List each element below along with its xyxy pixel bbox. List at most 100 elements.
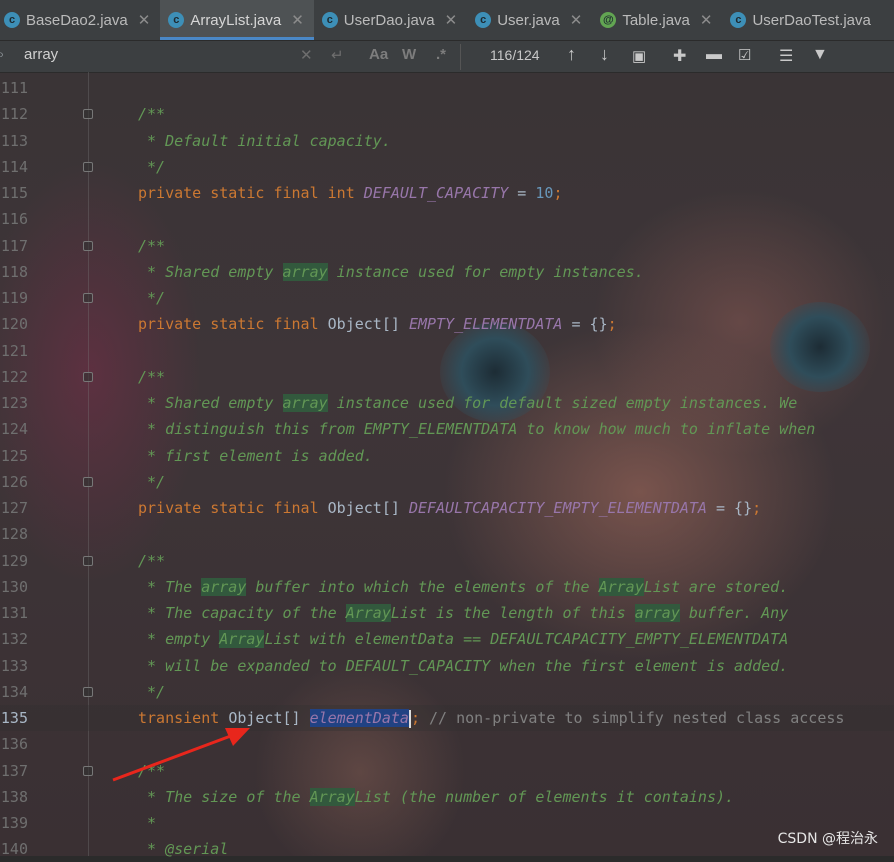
line-number[interactable]: 132	[0, 626, 28, 652]
line-number[interactable]: 137	[0, 758, 28, 784]
code-line[interactable]: 121	[0, 338, 894, 364]
close-icon[interactable]: ✕	[700, 11, 713, 29]
code-line[interactable]: 132 * empty ArrayList with elementData =…	[0, 626, 894, 652]
code-line[interactable]: 120 private static final Object[] EMPTY_E…	[0, 311, 894, 337]
tab-table[interactable]: @ Table.java ✕	[592, 0, 722, 40]
line-number[interactable]: 123	[0, 390, 28, 416]
line-number[interactable]: 114	[0, 154, 28, 180]
tab-arraylist[interactable]: c ArrayList.java ✕	[160, 0, 315, 40]
line-number[interactable]: 113	[0, 128, 28, 154]
line-number[interactable]: 115	[0, 180, 28, 206]
code-line[interactable]: 117 /**	[0, 233, 894, 259]
line-number[interactable]: 126	[0, 469, 28, 495]
code-line[interactable]: 140 * @serial	[0, 836, 894, 862]
close-icon[interactable]: ✕	[138, 11, 151, 29]
line-number[interactable]: 117	[0, 233, 28, 259]
code-line[interactable]: 137 /**	[0, 758, 894, 784]
line-number[interactable]: 138	[0, 784, 28, 810]
fold-marker-icon[interactable]	[83, 476, 93, 487]
code-line[interactable]: 129 /**	[0, 548, 894, 574]
code-line[interactable]: 111	[0, 75, 894, 101]
line-number[interactable]: 139	[0, 810, 28, 836]
words-toggle[interactable]: W	[402, 46, 416, 63]
next-occurrence-icon[interactable]: ↓	[600, 44, 609, 65]
add-occurrence-icon[interactable]: ✚	[673, 46, 686, 66]
code-line[interactable]: 119 */	[0, 285, 894, 311]
close-icon[interactable]: ✕	[291, 11, 304, 29]
select-all-occurrences-icon[interactable]: ▣	[632, 47, 646, 65]
tab-userdao[interactable]: c UserDao.java ✕	[314, 0, 467, 40]
fold-marker-icon[interactable]	[83, 109, 93, 120]
line-number[interactable]: 135	[0, 705, 28, 731]
code-token: ;	[752, 499, 762, 517]
line-number[interactable]: 119	[0, 285, 28, 311]
previous-occurrence-icon[interactable]: ↑	[567, 44, 576, 65]
remove-occurrence-icon[interactable]: ▬	[706, 46, 722, 64]
filter-options-icon[interactable]: ☰	[779, 46, 793, 66]
code-line[interactable]: 136	[0, 731, 894, 757]
tab-basedao2[interactable]: c BaseDao2.java ✕	[0, 0, 160, 40]
fold-marker-icon[interactable]	[83, 371, 93, 382]
tab-user[interactable]: c User.java ✕	[467, 0, 592, 40]
select-all-checkbox-icon[interactable]: ☑	[738, 46, 751, 64]
code-token: transient	[138, 709, 229, 727]
regex-toggle[interactable]: .*	[436, 46, 446, 63]
fold-marker-icon[interactable]	[83, 555, 93, 566]
line-number[interactable]: 134	[0, 679, 28, 705]
clear-search-icon[interactable]: ✕	[300, 46, 313, 64]
code-line[interactable]: 123 * Shared empty array instance used f…	[0, 390, 894, 416]
code-line[interactable]: 127 private static final Object[] DEFAULT…	[0, 495, 894, 521]
fold-marker-icon[interactable]	[83, 765, 93, 776]
new-line-icon[interactable]: ↵	[331, 46, 344, 64]
tab-userdaotest[interactable]: c UserDaoTest.java	[722, 0, 880, 40]
code-line[interactable]: 128	[0, 521, 894, 547]
code-line[interactable]: 112 /**	[0, 101, 894, 127]
code-line[interactable]: 131 * The capacity of the ArrayList is t…	[0, 600, 894, 626]
search-icon[interactable]: ⌕	[0, 46, 4, 63]
fold-marker-icon[interactable]	[83, 240, 93, 251]
line-number[interactable]: 125	[0, 443, 28, 469]
code-editor[interactable]: 111 112 /** 113 * Default initial capacity.…	[0, 72, 894, 858]
line-number[interactable]: 120	[0, 311, 28, 337]
code-line[interactable]: 134 */	[0, 679, 894, 705]
code-line[interactable]: 124 * distinguish this from EMPTY_ELEMEN…	[0, 416, 894, 442]
line-number[interactable]: 128	[0, 521, 28, 547]
line-number[interactable]: 129	[0, 548, 28, 574]
code-line[interactable]: 135 transient Object[] elementData; // no…	[0, 705, 894, 731]
filter-icon[interactable]: ▼	[812, 46, 828, 64]
code-line[interactable]: 139 *	[0, 810, 894, 836]
match-case-toggle[interactable]: Aa	[369, 46, 388, 63]
fold-marker-icon[interactable]	[83, 161, 93, 172]
code-line[interactable]: 118 * Shared empty array instance used f…	[0, 259, 894, 285]
code-line[interactable]: 122 /**	[0, 364, 894, 390]
line-number[interactable]: 118	[0, 259, 28, 285]
close-icon[interactable]: ✕	[445, 11, 458, 29]
line-number[interactable]: 116	[0, 206, 28, 232]
line-number[interactable]: 122	[0, 364, 28, 390]
code-token: List is the length of this	[390, 604, 635, 622]
line-number[interactable]: 112	[0, 101, 28, 127]
code-line[interactable]: 113 * Default initial capacity.	[0, 128, 894, 154]
search-input[interactable]: array	[24, 46, 58, 63]
line-number[interactable]: 124	[0, 416, 28, 442]
line-number[interactable]: 127	[0, 495, 28, 521]
fold-marker-icon[interactable]	[83, 686, 93, 697]
code-line[interactable]: 125 * first element is added.	[0, 443, 894, 469]
fold-marker-icon[interactable]	[83, 293, 93, 303]
line-number[interactable]: 136	[0, 731, 28, 757]
line-number[interactable]: 133	[0, 653, 28, 679]
line-number[interactable]: 131	[0, 600, 28, 626]
code-text: * will be expanded to DEFAULT_CAPACITY w…	[138, 653, 788, 679]
close-icon[interactable]: ✕	[570, 11, 583, 29]
line-number[interactable]: 121	[0, 338, 28, 364]
code-line[interactable]: 126 */	[0, 469, 894, 495]
code-line[interactable]: 116	[0, 206, 894, 232]
code-line[interactable]: 133 * will be expanded to DEFAULT_CAPACI…	[0, 653, 894, 679]
code-line[interactable]: 138 * The size of the ArrayList (the num…	[0, 784, 894, 810]
line-number[interactable]: 111	[0, 75, 28, 101]
code-line[interactable]: 114 */	[0, 154, 894, 180]
line-number[interactable]: 140	[0, 836, 28, 862]
line-number[interactable]: 130	[0, 574, 28, 600]
code-line[interactable]: 115 private static final int DEFAULT_CAPA…	[0, 180, 894, 206]
code-line[interactable]: 130 * The array buffer into which the el…	[0, 574, 894, 600]
